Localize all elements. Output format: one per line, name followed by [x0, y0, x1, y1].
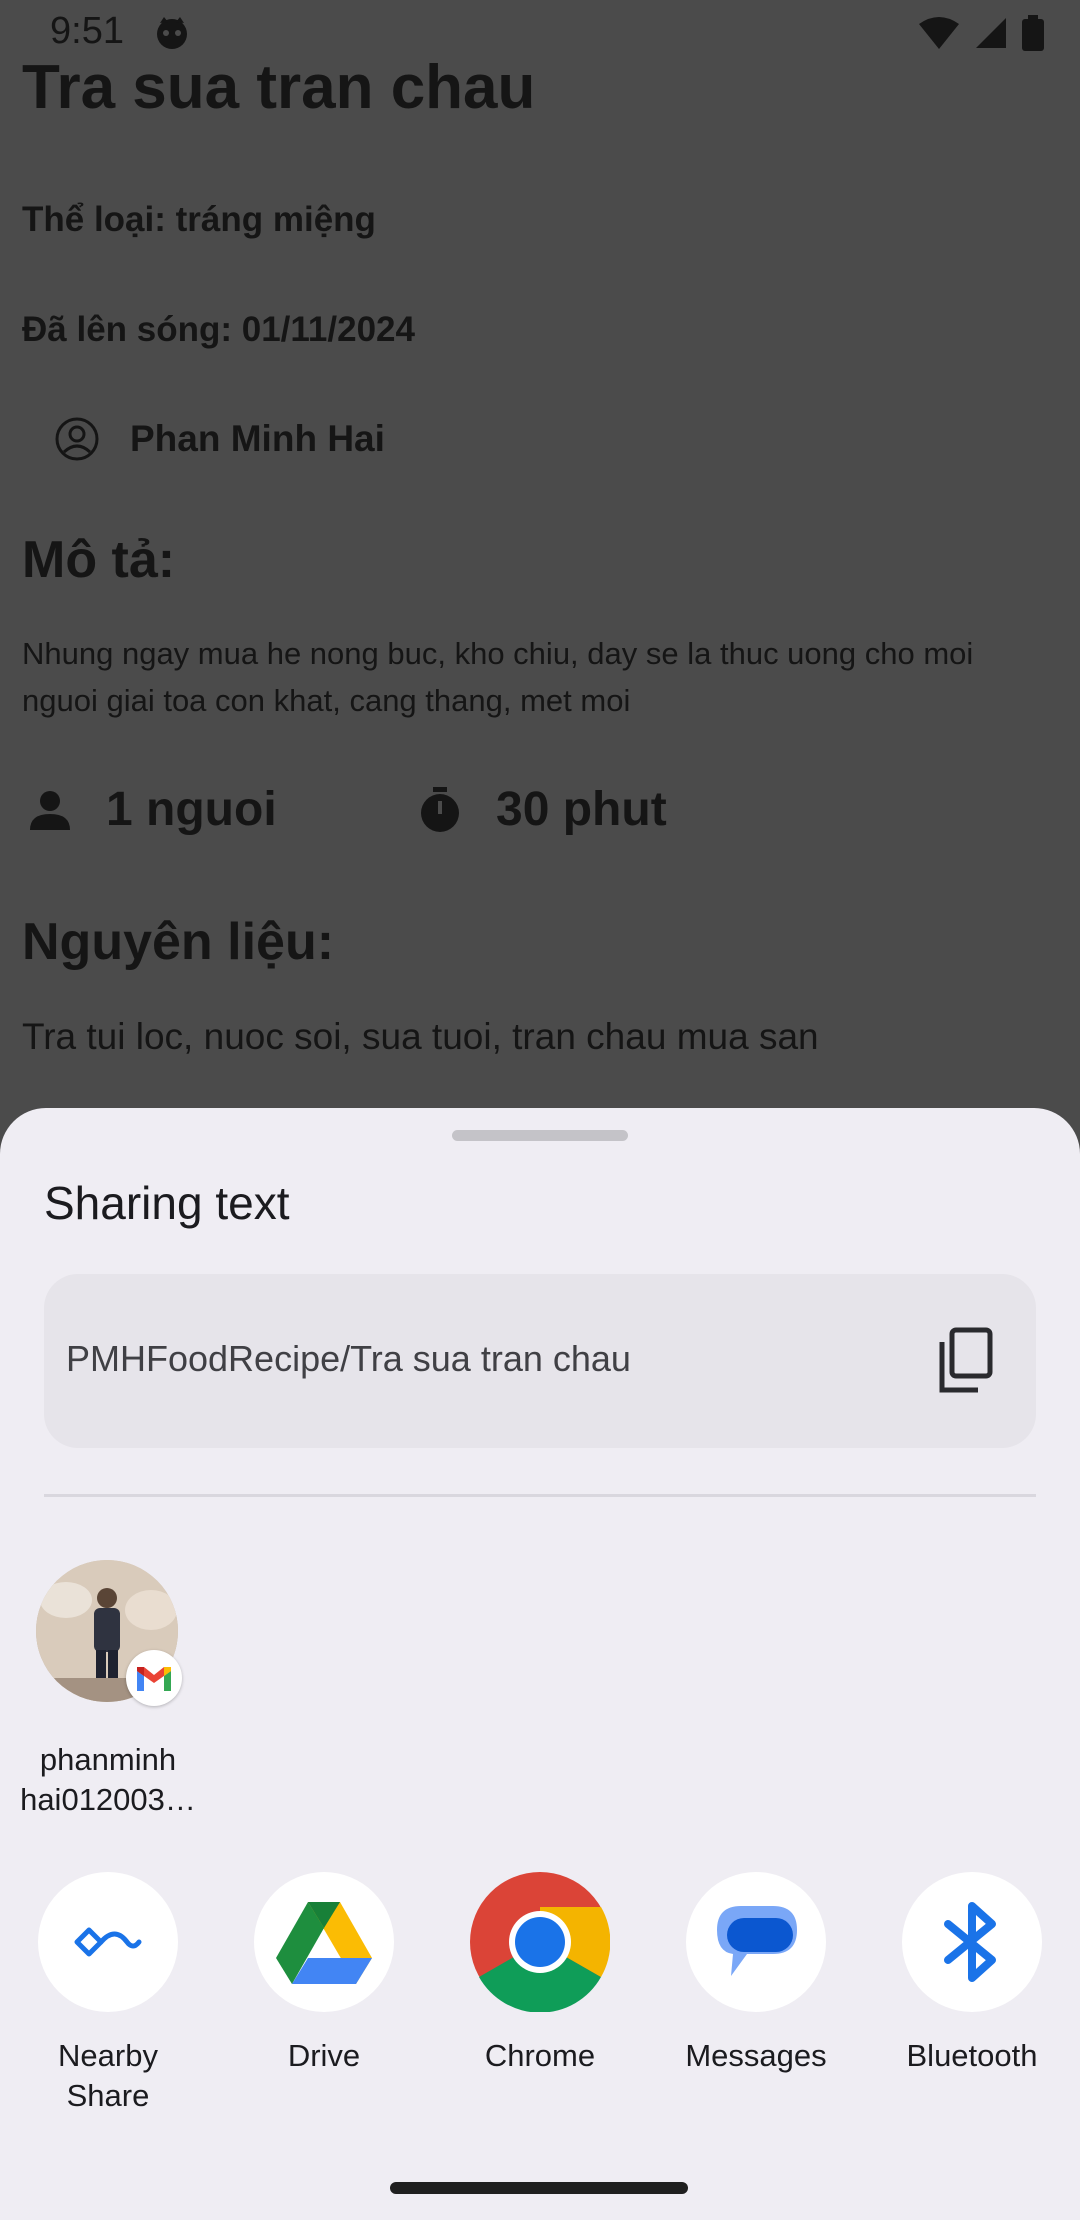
description-heading: Mô tả: — [22, 531, 176, 589]
shared-text: PMHFoodRecipe/Tra sua tran chau — [66, 1338, 631, 1379]
author-row[interactable]: Phan Minh Hai — [54, 416, 385, 462]
status-time: 9:51 — [50, 10, 124, 52]
time-stat: 30 phut — [418, 782, 667, 837]
bluetooth-icon — [902, 1872, 1042, 2012]
share-target-label: Nearby — [58, 2038, 158, 2073]
share-target-label-line2: Share — [66, 2078, 150, 2113]
gesture-nav-handle[interactable] — [390, 2182, 688, 2194]
drag-handle[interactable] — [452, 1130, 628, 1141]
share-target-label: Messages — [685, 2038, 827, 2073]
share-sheet: Sharing text PMHFoodRecipe/Tra sua tran … — [0, 1108, 1080, 2220]
notification-app-icon — [157, 17, 187, 49]
chrome-icon — [470, 1872, 610, 2012]
ingredients-heading: Nguyên liệu: — [22, 913, 335, 971]
shared-text-preview: PMHFoodRecipe/Tra sua tran chau — [44, 1274, 1036, 1448]
time-value: 30 phut — [496, 783, 667, 836]
account-circle-icon — [55, 417, 99, 461]
recipe-published-date: Đã lên sóng: 01/11/2024 — [22, 310, 415, 349]
messages-icon — [686, 1872, 826, 2012]
servings-value: 1 nguoi — [106, 783, 277, 836]
recipe-category: Thể loại: tráng miệng — [22, 200, 376, 239]
wifi-icon — [919, 17, 959, 49]
cellular-signal-icon — [976, 18, 1006, 48]
divider — [44, 1494, 1036, 1497]
drive-icon — [254, 1872, 394, 2012]
nearby-share-icon — [38, 1872, 178, 2012]
copy-icon[interactable] — [932, 1326, 996, 1396]
servings-stat: 1 nguoi — [28, 782, 277, 837]
author-name: Phan Minh Hai — [130, 418, 385, 459]
recipe-description: Nhung ngay mua he nong buc, kho chiu, da… — [22, 636, 974, 718]
gmail-icon — [137, 1667, 171, 1691]
contact-name: phanminh hai012003… — [20, 1742, 196, 1817]
share-target-label: Drive — [287, 2038, 361, 2073]
share-target-label: Bluetooth — [906, 2038, 1038, 2073]
share-sheet-title: Sharing text — [44, 1177, 290, 1229]
recipe-ingredients: Tra tui loc, nuoc soi, sua tuoi, tran ch… — [22, 1016, 819, 1057]
recipe-title: Tra sua tran chau — [22, 53, 536, 122]
share-target-label: Chrome — [484, 2038, 596, 2073]
gmail-badge — [126, 1650, 182, 1706]
person-icon — [30, 790, 70, 830]
battery-icon — [1022, 15, 1044, 51]
timer-icon — [421, 786, 459, 832]
